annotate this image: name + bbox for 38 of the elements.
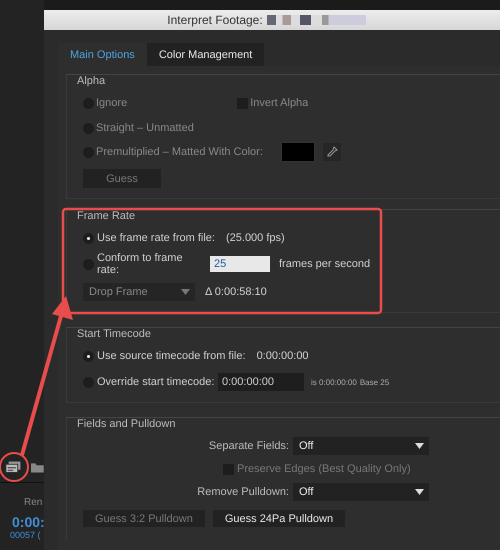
radio-button[interactable] bbox=[83, 350, 94, 362]
folder-icon[interactable] bbox=[31, 462, 44, 472]
timecode: 0:00: bbox=[11, 514, 44, 530]
radio-label: Premultiplied – Matted With Color: bbox=[96, 146, 263, 158]
field-label: Remove Pulldown: bbox=[196, 486, 289, 498]
timecode-note: is 0:00:00:00 bbox=[311, 378, 357, 386]
drop-frame-dropdown[interactable]: Drop Frame bbox=[83, 283, 195, 301]
base-note: Base 25 bbox=[360, 378, 390, 386]
radio-label: Ignore bbox=[96, 97, 128, 109]
color-swatch[interactable] bbox=[280, 142, 315, 162]
eyedropper-icon bbox=[326, 146, 338, 158]
window-title: Interpret Footage: bbox=[167, 13, 263, 27]
tab[interactable]: Color Management bbox=[146, 43, 264, 66]
duration-value: Δ 0:00:58:10 bbox=[205, 286, 267, 298]
separate-fields-dropdown[interactable]: Off bbox=[293, 437, 429, 455]
field-label: Separate Fields: bbox=[208, 440, 289, 452]
pulldown-button[interactable]: Guess 24Pa Pulldown bbox=[212, 510, 346, 527]
column-header: Ren bbox=[23, 496, 44, 510]
radio-label: Conform to frame rate: bbox=[97, 252, 184, 276]
footage-icon[interactable] bbox=[5, 460, 22, 474]
remove-pulldown-dropdown[interactable]: Off bbox=[293, 483, 429, 501]
checkbox-label: Invert Alpha bbox=[250, 97, 308, 109]
timecode-value: 0:00:00:00 bbox=[256, 350, 309, 362]
radio-label: Use frame rate from file: bbox=[97, 232, 215, 244]
frame-rate-field[interactable]: 25 bbox=[210, 256, 270, 272]
radio-label: Straight – Unmatted bbox=[96, 122, 194, 134]
frame-rate-value: (25.000 fps) bbox=[226, 232, 285, 244]
frame-count: 00057 ( bbox=[9, 530, 42, 540]
units-label: frames per second bbox=[279, 258, 370, 270]
radio-button[interactable] bbox=[83, 232, 94, 244]
timecode-field[interactable]: 0:00:00:00 bbox=[218, 373, 304, 391]
caret-icon bbox=[415, 443, 424, 449]
checkbox-label: Preserve Edges (Best Quality Only) bbox=[237, 463, 411, 475]
caret-icon bbox=[415, 489, 424, 495]
radio-label: Override start timecode: bbox=[97, 376, 215, 388]
caret-icon bbox=[181, 289, 190, 295]
radio-label: Use source timecode from file: bbox=[97, 350, 246, 362]
eyedropper-button[interactable] bbox=[322, 143, 341, 161]
